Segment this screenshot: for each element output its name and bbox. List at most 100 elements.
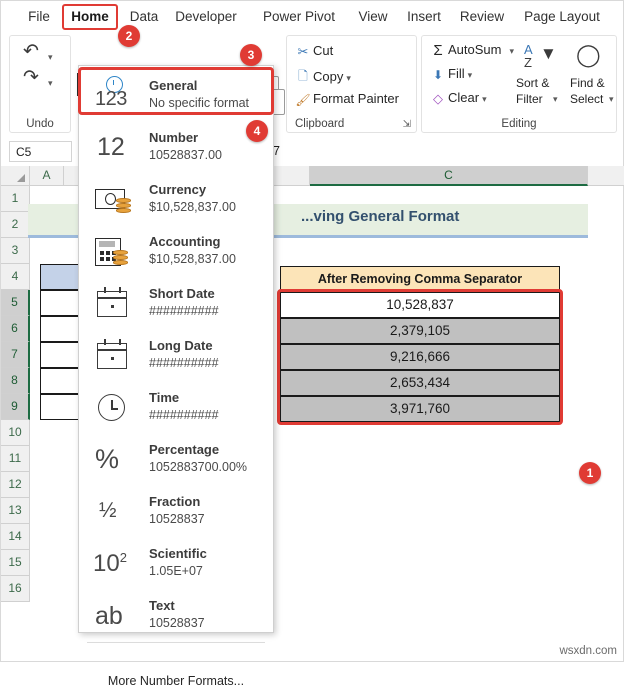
sort-filter-label-1: Sort & <box>516 76 550 90</box>
number-12-icon: 12 <box>97 133 125 161</box>
clock-icon <box>89 384 145 432</box>
column-header-d[interactable] <box>588 166 624 186</box>
cell-c9[interactable]: 3,971,760 <box>280 396 560 422</box>
row-header-13[interactable]: 13 <box>1 498 30 524</box>
more-number-formats-item[interactable]: More Number Formats... <box>79 666 273 696</box>
row-header-10[interactable]: 10 <box>1 420 30 446</box>
find-select-label-2: Select <box>570 92 604 106</box>
menu-item-percentage-label: Percentage <box>149 442 220 457</box>
menu-item-general[interactable]: 123 General No specific format <box>79 72 273 120</box>
autosum-button[interactable]: Σ AutoSum ▾ <box>428 42 514 59</box>
menu-item-fraction[interactable]: ½ Fraction 10528837 <box>79 488 273 536</box>
undo-group-label: Undo <box>26 118 54 130</box>
tab-file[interactable]: File <box>19 1 59 32</box>
menu-item-long-date-label: Long Date <box>149 338 213 353</box>
ribbon-group-editing: Σ AutoSum ▾ ⬇ Fill ▾ ◇ Clear ▾ A Z ▼ Sort & Fi… <box>421 35 617 133</box>
autosum-chevron-down-icon[interactable]: ▾ <box>509 46 514 56</box>
sort-filter-chevron-down-icon[interactable]: ▾ <box>553 94 558 105</box>
number-format-dropdown-menu: 123 General No specific format 12 Number… <box>78 65 274 688</box>
percent-icon: % <box>95 444 120 474</box>
row-header-6[interactable]: 6 <box>1 316 30 342</box>
column-header-a[interactable]: A <box>30 166 64 186</box>
cell-c5[interactable]: 10,528,837 <box>280 292 560 318</box>
menu-item-currency[interactable]: Currency $10,528,837.00 <box>79 176 273 224</box>
currency-bill-icon <box>89 176 145 224</box>
menu-item-accounting-label: Accounting <box>149 234 221 249</box>
row-header-4[interactable]: 4 <box>1 264 30 290</box>
menu-item-short-date-label: Short Date <box>149 286 215 301</box>
row-header-7[interactable]: 7 <box>1 342 30 368</box>
menu-item-number[interactable]: 12 Number 10528837.00 <box>79 124 273 172</box>
cell-c6[interactable]: 2,379,105 <box>280 318 560 344</box>
menu-item-scientific[interactable]: 102 Scientific 1.05E+07 <box>79 540 273 588</box>
tab-developer[interactable]: Developer <box>169 1 243 32</box>
tab-page-layout[interactable]: Page Layout <box>516 1 608 32</box>
tab-power-pivot[interactable]: Power Pivot <box>256 1 342 32</box>
row-header-8[interactable]: 8 <box>1 368 30 394</box>
row-header-12[interactable]: 12 <box>1 472 30 498</box>
tab-home[interactable]: Home <box>63 1 117 32</box>
cell-c7[interactable]: 9,216,666 <box>280 344 560 370</box>
clear-button[interactable]: ◇ Clear ▾ <box>428 90 487 107</box>
brush-icon: 🖌 <box>295 92 311 107</box>
row-header-16[interactable]: 16 <box>1 576 30 602</box>
menu-item-percentage[interactable]: % Percentage 1052883700.00% <box>79 436 273 484</box>
fill-chevron-down-icon[interactable]: ▾ <box>468 70 473 80</box>
formula-bar-content[interactable]: 7 <box>273 141 280 162</box>
find-select-chevron-down-icon[interactable]: ▾ <box>609 94 614 105</box>
row-header-5[interactable]: 5 <box>1 290 30 316</box>
general-123-icon: 123 <box>89 72 145 120</box>
editing-group-label: Editing <box>501 118 537 130</box>
more-number-formats-label: More Number Formats... <box>107 674 245 688</box>
text-ab-icon: ab <box>95 602 123 630</box>
table-header-cell[interactable]: After Removing Comma Separator <box>280 266 560 292</box>
format-painter-button[interactable]: 🖌 Format Painter <box>293 91 399 107</box>
row-header-15[interactable]: 15 <box>1 550 30 576</box>
menu-item-accounting[interactable]: Accounting $10,528,837.00 <box>79 228 273 276</box>
row-header-11[interactable]: 11 <box>1 446 30 472</box>
clear-chevron-down-icon[interactable]: ▾ <box>482 94 487 104</box>
menu-item-long-date[interactable]: Long Date ########## <box>79 332 273 380</box>
menu-item-text[interactable]: ab Text 10528837 <box>79 592 273 640</box>
menu-item-accounting-sample: $10,528,837.00 <box>149 252 236 266</box>
sheet-title-text: ...ving General Format <box>301 208 460 225</box>
redo-chevron-down-icon[interactable]: ▾ <box>48 78 53 89</box>
cut-button[interactable]: ✂ Cut <box>293 43 334 60</box>
fill-button[interactable]: ⬇ Fill ▾ <box>428 66 472 82</box>
menu-item-short-date[interactable]: Short Date ########## <box>79 280 273 328</box>
row-header-1[interactable]: 1 <box>1 186 30 212</box>
copy-button[interactable]: 🗋 Copy ▾ <box>293 67 351 88</box>
name-box[interactable]: C5 <box>9 141 72 162</box>
ribbon-group-undo: ↶ ▾ ↷ ▾ Undo <box>9 35 71 133</box>
ribbon-group-clipboard: ✂ Cut 🗋 Copy ▾ 🖌 Format Painter Clipboard ⇲ <box>286 35 417 133</box>
sort-filter-label-2: Filter <box>516 92 543 106</box>
undo-chevron-down-icon[interactable]: ▾ <box>48 52 53 63</box>
tab-review[interactable]: Review <box>456 1 508 32</box>
callout-1: 1 <box>579 462 601 484</box>
select-all-corner[interactable] <box>1 166 30 186</box>
menu-item-text-sample: 10528837 <box>149 616 205 630</box>
menu-item-time[interactable]: Time ########## <box>79 384 273 432</box>
column-header-c[interactable]: C <box>310 166 588 186</box>
tab-view[interactable]: View <box>353 1 393 32</box>
clipboard-dialog-launcher-icon[interactable]: ⇲ <box>403 119 411 130</box>
filter-funnel-icon: ▼ <box>540 44 557 63</box>
redo-icon[interactable]: ↷ <box>23 68 39 87</box>
callout-2: 2 <box>118 25 140 47</box>
row-header-2[interactable]: 2 <box>1 212 30 238</box>
menu-item-fraction-sample: 10528837 <box>149 512 205 526</box>
undo-icon[interactable]: ↶ <box>23 42 39 61</box>
row-header-14[interactable]: 14 <box>1 524 30 550</box>
cell-c8[interactable]: 2,653,434 <box>280 370 560 396</box>
ribbon-tab-bar: File Home Data Developer Power Pivot Vie… <box>1 1 623 33</box>
copy-chevron-down-icon[interactable]: ▾ <box>346 73 351 83</box>
tab-insert[interactable]: Insert <box>401 1 447 32</box>
menu-item-time-sample: ########## <box>149 408 219 422</box>
scientific-icon: 102 <box>93 550 127 577</box>
callout-4: 4 <box>246 120 268 142</box>
row-header-3[interactable]: 3 <box>1 238 30 264</box>
calendar-icon <box>89 280 145 328</box>
row-header-9[interactable]: 9 <box>1 394 30 420</box>
menu-divider <box>87 642 265 643</box>
fraction-icon: ½ <box>99 499 117 522</box>
